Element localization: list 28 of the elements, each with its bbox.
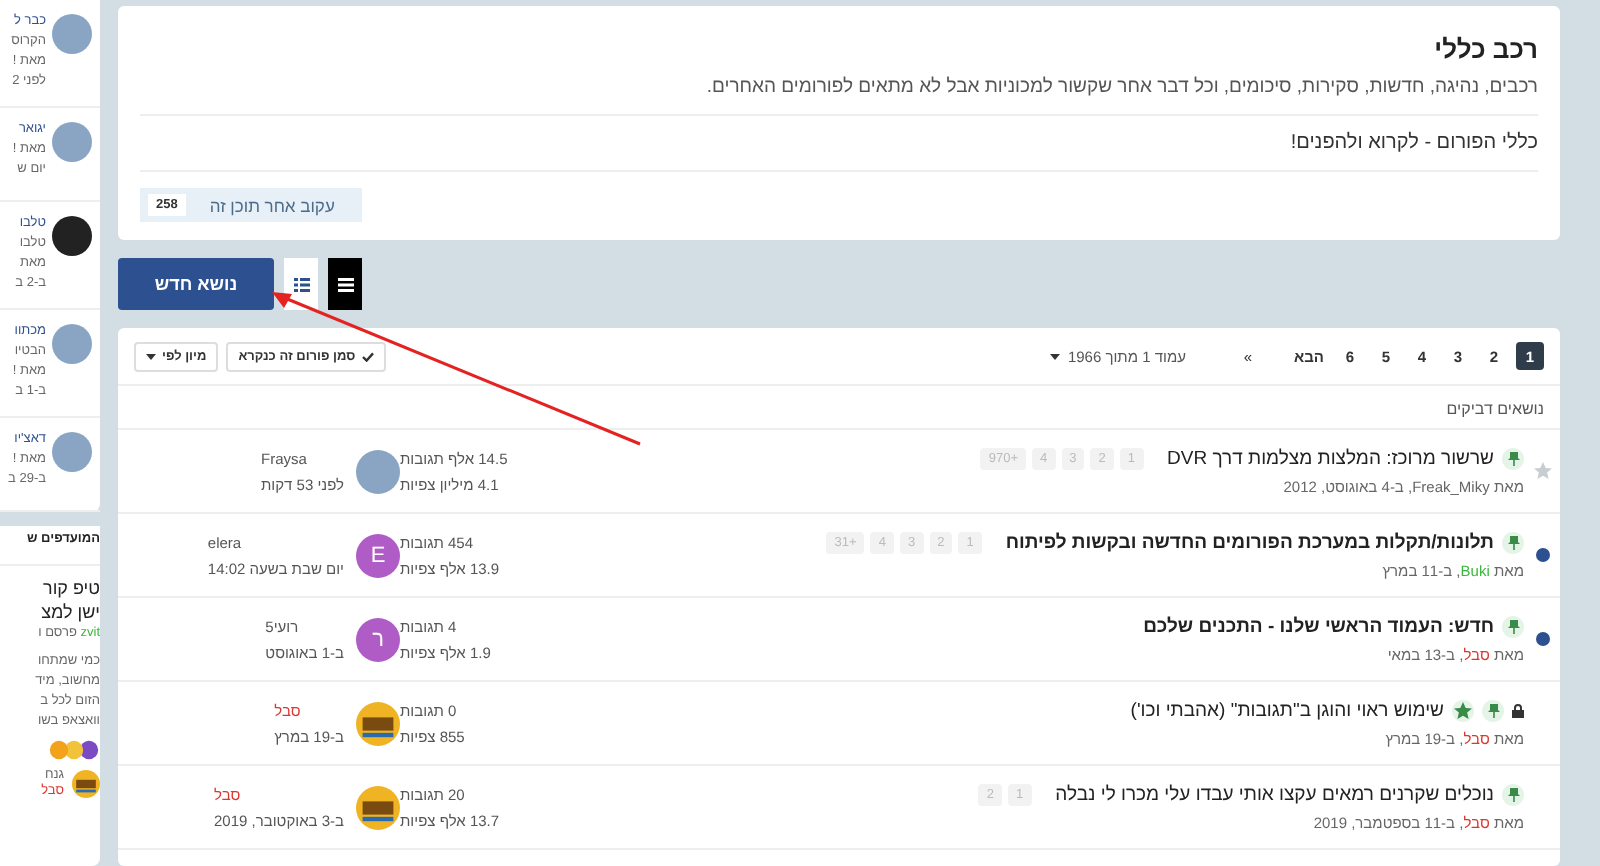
topic-title-link[interactable]: שימוש ראוי והוגן ב"תגובות" (אהבתי וכו')	[1130, 699, 1444, 721]
topic-title-link[interactable]: שרשור מרוכז: המלצות מצלמות דרך DVR	[1167, 447, 1494, 469]
forum-logo-icon	[72, 770, 100, 798]
forum-title: רכב כללי	[1432, 34, 1538, 66]
forum-rules-text: כללי הפורום - לקרוא ולהפנים!	[140, 116, 1538, 172]
new-topic-button[interactable]: נושא חדש	[118, 258, 274, 310]
photo-placeholder	[52, 432, 92, 472]
photo-placeholder	[52, 324, 92, 364]
featured-title: טיפ קור	[41, 578, 100, 598]
sticky-topics-heading: נושאים דביקים	[118, 386, 1560, 430]
forum-description: רכבים, נהיגה, חדשות, סקירות, סיכומים, וכל דבר אחר שקשור למכוניות אבל לא מתאים לפורומים האחרים.	[140, 72, 1538, 116]
photo-placeholder	[52, 216, 92, 256]
photo-placeholder	[52, 122, 92, 162]
reactions-icon	[48, 740, 100, 760]
caret-icon	[146, 353, 156, 359]
user-avatar: E	[356, 533, 400, 577]
list-icon	[293, 277, 309, 291]
rows-icon	[337, 277, 353, 291]
view-toggle[interactable]	[328, 258, 362, 310]
view-toggle[interactable]	[284, 258, 318, 310]
topic-title-link[interactable]: נוכלים שקרנים רמאים עקצו אותי עבדו עלי מכרו לי נבלה	[1055, 783, 1494, 805]
topic-title-link[interactable]: תלונות/תקלות במערכת הפורומים החדשה ובקשות לפיתוח	[1005, 531, 1494, 553]
check-icon	[361, 351, 374, 361]
user-avatar: ר	[356, 617, 400, 661]
topic-title-link[interactable]: חדש: העמוד הראשי שלנו - התכנים שלכם	[1143, 615, 1494, 637]
featured-title: ישן למצ	[39, 602, 100, 622]
photo-placeholder	[52, 14, 92, 54]
caret-icon	[1049, 353, 1060, 359]
